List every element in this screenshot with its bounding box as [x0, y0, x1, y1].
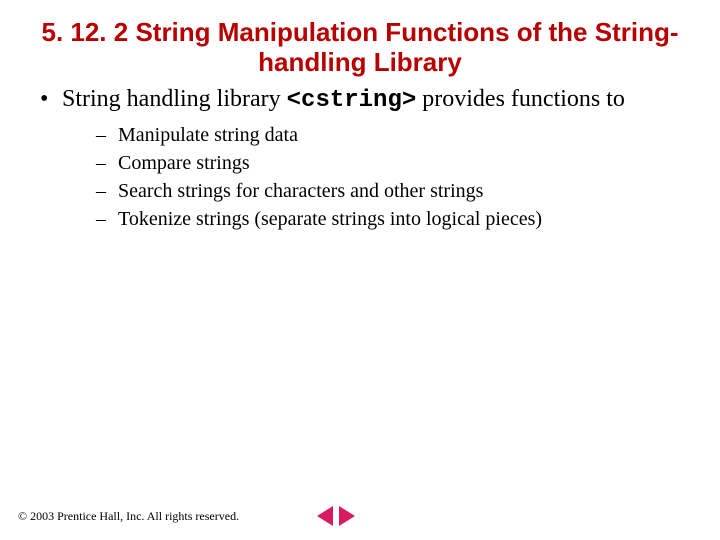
- list-item: Compare strings: [96, 150, 684, 176]
- list-item: Manipulate string data: [96, 122, 684, 148]
- nav-controls: [317, 506, 355, 526]
- copyright-text: © 2003 Prentice Hall, Inc. All rights re…: [18, 509, 239, 524]
- slide-title: 5. 12. 2 String Manipulation Functions o…: [36, 18, 684, 78]
- next-arrow-icon[interactable]: [339, 506, 355, 526]
- bullet-text-post: provides functions to: [416, 86, 625, 112]
- list-item: Search strings for characters and other …: [96, 178, 684, 204]
- slide: 5. 12. 2 String Manipulation Functions o…: [0, 0, 720, 540]
- prev-arrow-icon[interactable]: [317, 506, 333, 526]
- sub-bullet-list: Manipulate string data Compare strings S…: [36, 122, 684, 232]
- footer: © 2003 Prentice Hall, Inc. All rights re…: [18, 506, 355, 526]
- list-item: Tokenize strings (separate strings into …: [96, 206, 684, 232]
- main-bullet: String handling library <cstring> provid…: [36, 84, 684, 116]
- bullet-code: <cstring>: [287, 87, 417, 114]
- bullet-text-pre: String handling library: [62, 86, 287, 112]
